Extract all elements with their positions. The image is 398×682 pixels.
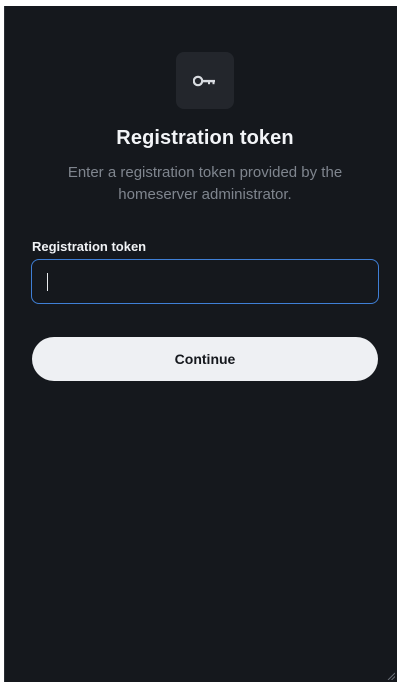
- page-subtitle: Enter a registration token provided by t…: [67, 164, 343, 203]
- resize-grip-icon[interactable]: [387, 672, 395, 680]
- key-icon: [193, 75, 215, 86]
- key-icon-tile: [176, 52, 234, 109]
- registration-token-window: Registration token Enter a registration …: [4, 6, 397, 682]
- continue-button[interactable]: Continue: [32, 337, 378, 381]
- page-title: Registration token: [116, 127, 294, 149]
- token-field-label: Registration token: [32, 239, 147, 254]
- text-caret: [47, 273, 48, 291]
- registration-token-input[interactable]: [31, 259, 379, 304]
